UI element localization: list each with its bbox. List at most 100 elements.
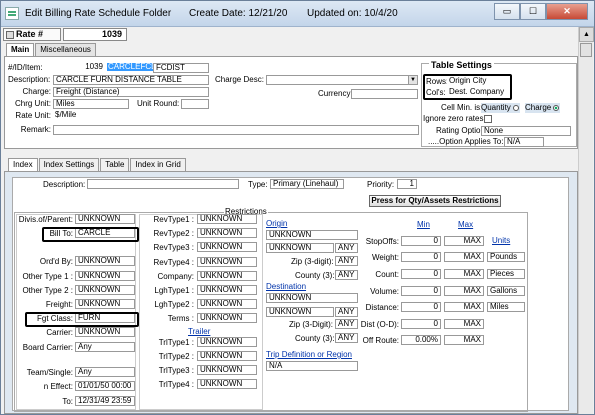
min-input[interactable]: 0 (401, 319, 441, 329)
max-input[interactable]: MAX (444, 236, 484, 246)
max-input[interactable]: MAX (444, 269, 484, 279)
dest-county-input[interactable]: ANY (335, 333, 358, 343)
tab-miscellaneous[interactable]: Miscellaneous (35, 43, 96, 56)
tab-index[interactable]: Index (8, 158, 38, 172)
destination-input-2[interactable]: UNKNOWN (266, 307, 334, 317)
option-applies-label: .....Option Applies To: (428, 137, 504, 146)
destination-input-1[interactable]: UNKNOWN (266, 293, 358, 303)
units-input[interactable]: Miles (487, 302, 525, 312)
origin-input-1[interactable]: UNKNOWN (266, 230, 358, 240)
index-description-input[interactable] (87, 179, 239, 189)
restriction-input[interactable]: UNKNOWN (75, 271, 135, 281)
dest-zip-input[interactable]: ANY (335, 319, 358, 329)
min-input[interactable]: 0.00% (401, 335, 441, 345)
restriction-input[interactable]: Any (75, 367, 135, 377)
max-input[interactable]: MAX (444, 302, 484, 312)
units-input[interactable]: Pieces (487, 269, 525, 279)
min-input[interactable]: 0 (401, 302, 441, 312)
units-input[interactable]: Gallons (487, 286, 525, 296)
min-input[interactable]: 0 (401, 286, 441, 296)
rev-type-input[interactable]: UNKNOWN (197, 271, 257, 281)
origin-input-2[interactable]: UNKNOWN (266, 243, 334, 253)
tab-main[interactable]: Main (6, 43, 35, 57)
minimize-icon[interactable]: ▭ (494, 3, 520, 20)
rev-type-input[interactable]: UNKNOWN (197, 285, 257, 295)
max-input[interactable]: MAX (444, 286, 484, 296)
rev-type-input[interactable]: UNKNOWN (197, 214, 257, 224)
chrg-unit-input[interactable]: Miles (53, 99, 129, 109)
restriction-input[interactable]: Any (75, 342, 135, 352)
maximize-icon[interactable]: ☐ (520, 3, 546, 20)
type-select[interactable]: Primary (Linehaul) (270, 179, 344, 189)
rev-type-input[interactable]: UNKNOWN (197, 228, 257, 238)
origin-any[interactable]: ANY (335, 243, 358, 253)
rev-type-input[interactable]: UNKNOWN (197, 257, 257, 267)
vertical-scrollbar[interactable]: ▲ (578, 27, 594, 414)
scroll-thumb[interactable] (580, 43, 592, 57)
quantity-label: Quantity (481, 103, 511, 112)
min-input[interactable]: 0 (401, 236, 441, 246)
index-description-label: Description: (43, 180, 86, 189)
units-header: Units (492, 236, 511, 245)
trailer-type-input[interactable]: UNKNOWN (197, 337, 257, 347)
restriction-label: n Effect: (43, 382, 73, 391)
trailer-type-label: TrlType2 : (158, 352, 194, 361)
description-input[interactable]: CARCLE FURN DISTANCE TABLE (53, 75, 209, 85)
quantity-radio[interactable]: Quantity (481, 103, 521, 113)
trip-definition-input[interactable]: N/A (266, 361, 358, 371)
rate-number-input[interactable]: 1039 (63, 27, 127, 41)
trailer-type-input[interactable]: UNKNOWN (197, 351, 257, 361)
min-input[interactable]: 0 (401, 269, 441, 279)
restriction-input[interactable]: UNKNOWN (75, 256, 135, 266)
max-input[interactable]: MAX (444, 319, 484, 329)
close-icon[interactable]: ✕ (546, 3, 588, 20)
restriction-input[interactable]: 12/31/49 23:59 (75, 396, 135, 406)
max-input[interactable]: MAX (444, 252, 484, 262)
origin-county-label: County (3): (295, 271, 335, 280)
max-input[interactable]: MAX (444, 335, 484, 345)
restriction-input[interactable]: 01/01/50 00:00 (75, 381, 135, 391)
trailer-type-input[interactable]: UNKNOWN (197, 365, 257, 375)
quantity-label: Weight: (372, 253, 399, 262)
units-input[interactable]: Pounds (487, 252, 525, 262)
bill-to-highlight (42, 227, 139, 242)
restriction-input[interactable]: UNKNOWN (75, 285, 135, 295)
radio-icon (513, 104, 520, 111)
trailer-type-input[interactable]: UNKNOWN (197, 379, 257, 389)
rev-type-label: Terms : (167, 314, 194, 323)
charge-desc-select[interactable]: ▼ (266, 75, 418, 85)
quantity-label: Dist (O-D): (360, 320, 399, 329)
option-applies-input[interactable]: N/A (504, 137, 544, 147)
ignore-zero-checkbox[interactable] (484, 115, 492, 123)
restriction-label: Divis.of/Parent: (18, 215, 73, 224)
rev-type-input[interactable]: UNKNOWN (197, 313, 257, 323)
unit-round-input[interactable] (181, 99, 209, 109)
restriction-input[interactable]: UNKNOWN (75, 327, 135, 337)
tab-table[interactable]: Table (100, 158, 130, 171)
scroll-up-icon[interactable]: ▲ (579, 27, 594, 42)
fgt-class-highlight (25, 312, 139, 327)
id-code-input[interactable]: CARCLEFCDS (105, 63, 153, 73)
tab-index-settings[interactable]: Index Settings (38, 158, 100, 171)
rev-type-input[interactable]: UNKNOWN (197, 299, 257, 309)
charge-radio[interactable]: Charge (525, 103, 561, 113)
restriction-input[interactable]: UNKNOWN (75, 214, 135, 224)
rev-type-input[interactable]: UNKNOWN (197, 242, 257, 252)
restriction-label: Ord'd By: (39, 257, 73, 266)
window-title: Edit Billing Rate Schedule Folder (25, 8, 172, 19)
origin-zip-label: Zip (3-digit): (291, 257, 334, 266)
tab-index-in-grid[interactable]: Index in Grid (130, 158, 186, 171)
item-input[interactable]: FCDIST (153, 63, 209, 73)
origin-zip-input[interactable]: ANY (335, 256, 358, 266)
destination-any[interactable]: ANY (335, 307, 358, 317)
charge-input[interactable]: Freight (Distance) (53, 87, 209, 97)
min-input[interactable]: 0 (401, 252, 441, 262)
qty-assets-restrictions-button[interactable]: Press for Qty/Assets Restrictions (369, 195, 501, 207)
rate-label[interactable]: Rate # (3, 27, 61, 41)
currency-input[interactable] (351, 89, 418, 99)
rating-option-input[interactable]: None (481, 126, 571, 136)
origin-county-input[interactable]: ANY (335, 270, 358, 280)
restriction-input[interactable]: UNKNOWN (75, 299, 135, 309)
remark-input[interactable] (53, 125, 419, 135)
priority-input[interactable]: 1 (397, 179, 417, 189)
